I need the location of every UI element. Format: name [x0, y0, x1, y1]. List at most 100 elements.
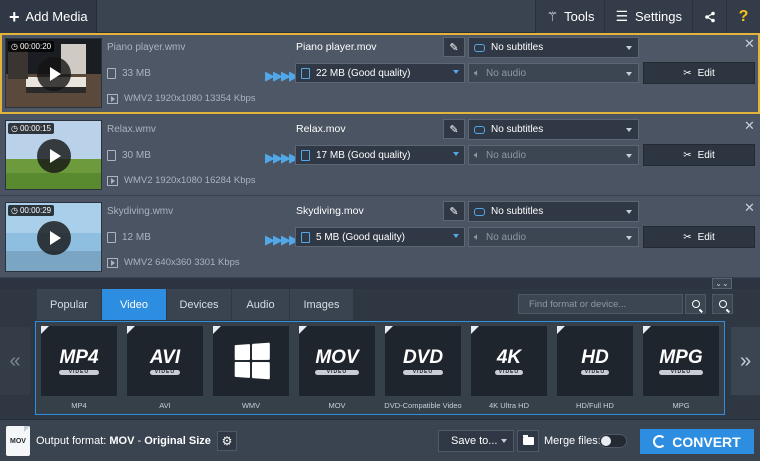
tab-images[interactable]: Images [290, 289, 354, 320]
format-tile-mpg[interactable]: MPG VIDEO [643, 326, 719, 396]
detect-device-button[interactable] [712, 294, 733, 314]
format-search-input[interactable]: Find format or device... [518, 294, 683, 314]
play-icon[interactable] [37, 221, 71, 255]
tab-video[interactable]: Video [102, 289, 167, 320]
convert-button[interactable]: CONVERT [640, 429, 754, 454]
subtitles-text: No subtitles [491, 206, 544, 217]
subtitles-select[interactable]: No subtitles [468, 37, 639, 58]
source-file-meta: WMV2 1920x1080 13354 Kbps [107, 93, 256, 104]
output-size-text: 17 MB (Good quality) [316, 149, 411, 161]
menu-icon: ☰ [615, 8, 629, 24]
settings-button[interactable]: ☰ Settings [604, 0, 692, 33]
speech-bubble-icon [474, 125, 485, 134]
avi-logo-icon: AVI VIDEO [149, 346, 181, 375]
collapse-panel-button[interactable]: ⌄⌄ [712, 278, 732, 289]
add-media-button[interactable]: + Add Media [0, 0, 97, 33]
settings-label: Settings [635, 9, 682, 24]
video-thumbnail[interactable]: ◷ 00:00:20 [5, 38, 102, 108]
tab-popular[interactable]: Popular [37, 289, 102, 320]
tab-audio[interactable]: Audio [232, 289, 290, 320]
file-row[interactable]: ◷ 00:00:20 Piano player.wmv 33 MB WMV2 19… [0, 33, 760, 114]
clock-icon: ◷ [11, 42, 18, 51]
audio-text: No audio [486, 231, 527, 243]
format-tile-mp4[interactable]: MP4 VIDEO [41, 326, 117, 396]
edit-button[interactable]: ✂ Edit [643, 226, 755, 248]
search-icon [691, 300, 700, 308]
remove-file-close-icon[interactable]: ✕ [744, 119, 755, 132]
rename-button[interactable]: ✎ [443, 201, 465, 221]
duration-badge: ◷ 00:00:20 [8, 41, 55, 52]
subtitles-select[interactable]: No subtitles [468, 119, 639, 140]
output-size-select[interactable]: 22 MB (Good quality) [295, 63, 465, 83]
output-format-prefix: Output format: [36, 435, 107, 447]
source-file-name: Skydiving.wmv [107, 206, 174, 217]
video-file-icon [107, 257, 118, 268]
bottom-bar: MOV Output format: MOV - Original Size ⚙… [0, 419, 760, 461]
tab-devices[interactable]: Devices [167, 289, 232, 320]
format-tile-dvd[interactable]: DVD VIDEO [385, 326, 461, 396]
format-tile-wmv[interactable] [213, 326, 289, 396]
subtitles-select[interactable]: No subtitles [468, 201, 639, 222]
format-tile-hd[interactable]: HD VIDEO [557, 326, 633, 396]
prev-formats-button[interactable]: « [0, 327, 30, 395]
format-tile-avi[interactable]: AVI VIDEO [127, 326, 203, 396]
next-formats-button[interactable]: » [731, 327, 760, 395]
tile-logo-sub: VIDEO [494, 369, 524, 375]
format-panel: Popular Video Devices Audio Images Find … [0, 289, 760, 419]
tools-button[interactable]: ⚚ Tools [535, 0, 605, 33]
format-settings-button[interactable]: ⚙ [217, 431, 237, 451]
audio-select[interactable]: 🔈︎ No audio [468, 63, 639, 83]
audio-select[interactable]: 🔈︎ No audio [468, 227, 639, 247]
chevron-down-icon [626, 46, 632, 50]
chevron-down-icon [453, 70, 459, 74]
tile-logo-sub: VIDEO [315, 369, 359, 375]
duration-text: 00:00:20 [19, 42, 52, 51]
audio-select[interactable]: 🔈︎ No audio [468, 145, 639, 165]
play-icon[interactable] [37, 139, 71, 173]
video-thumbnail[interactable]: ◷ 00:00:29 [5, 202, 102, 272]
format-tile-mov[interactable]: MOV VIDEO [299, 326, 375, 396]
chevron-down-icon [453, 152, 459, 156]
merge-files-toggle[interactable] [599, 434, 627, 448]
format-label: DVD-Compatible Video [384, 401, 462, 410]
video-thumbnail[interactable]: ◷ 00:00:15 [5, 120, 102, 190]
remove-file-close-icon[interactable]: ✕ [744, 37, 755, 50]
speech-bubble-icon [474, 43, 485, 52]
save-to-dropdown[interactable]: Save to... [438, 430, 514, 452]
format-label: 4K Ultra HD [488, 401, 529, 410]
rename-button[interactable]: ✎ [443, 37, 465, 57]
open-folder-button[interactable] [517, 430, 539, 452]
search-button[interactable] [685, 294, 706, 314]
chevron-down-icon [626, 128, 632, 132]
video-file-icon [107, 175, 118, 186]
convert-arrow-icon: ▶▶▶▶ [265, 232, 299, 247]
edit-button[interactable]: ✂ Edit [643, 62, 755, 84]
rename-button[interactable]: ✎ [443, 119, 465, 139]
share-icon [704, 11, 715, 22]
remove-file-close-icon[interactable]: ✕ [744, 201, 755, 214]
source-file-name: Piano player.wmv [107, 42, 186, 53]
file-row[interactable]: ◷ 00:00:29 Skydiving.wmv 12 MB WMV2 640x3… [0, 197, 760, 278]
save-to-label: Save to... [451, 435, 498, 447]
output-file-name: Skydiving.mov [296, 205, 364, 217]
pencil-icon: ✎ [449, 123, 459, 136]
edit-button[interactable]: ✂ Edit [643, 144, 755, 166]
subtitles-text: No subtitles [491, 124, 544, 135]
plus-icon: + [9, 6, 20, 27]
format-label: MOV [328, 401, 346, 410]
tile-logo-text: AVI [149, 346, 181, 368]
output-size-select[interactable]: 5 MB (Good quality) [295, 227, 465, 247]
play-icon[interactable] [37, 57, 71, 91]
file-row[interactable]: ◷ 00:00:15 Relax.wmv 30 MB WMV2 1920x1080… [0, 115, 760, 196]
windows-logo-icon [234, 342, 270, 380]
file-icon [107, 68, 116, 79]
subtitles-text: No subtitles [491, 42, 544, 53]
format-tile-4k[interactable]: 4K VIDEO [471, 326, 547, 396]
help-button[interactable]: ? [726, 0, 760, 33]
question-icon: ? [738, 7, 749, 25]
4k-logo-icon: 4K VIDEO [494, 348, 524, 375]
tile-logo-text: MPG [659, 346, 703, 368]
format-label: HD/Full HD [576, 401, 614, 410]
share-button[interactable] [692, 0, 726, 33]
output-size-select[interactable]: 17 MB (Good quality) [295, 145, 465, 165]
